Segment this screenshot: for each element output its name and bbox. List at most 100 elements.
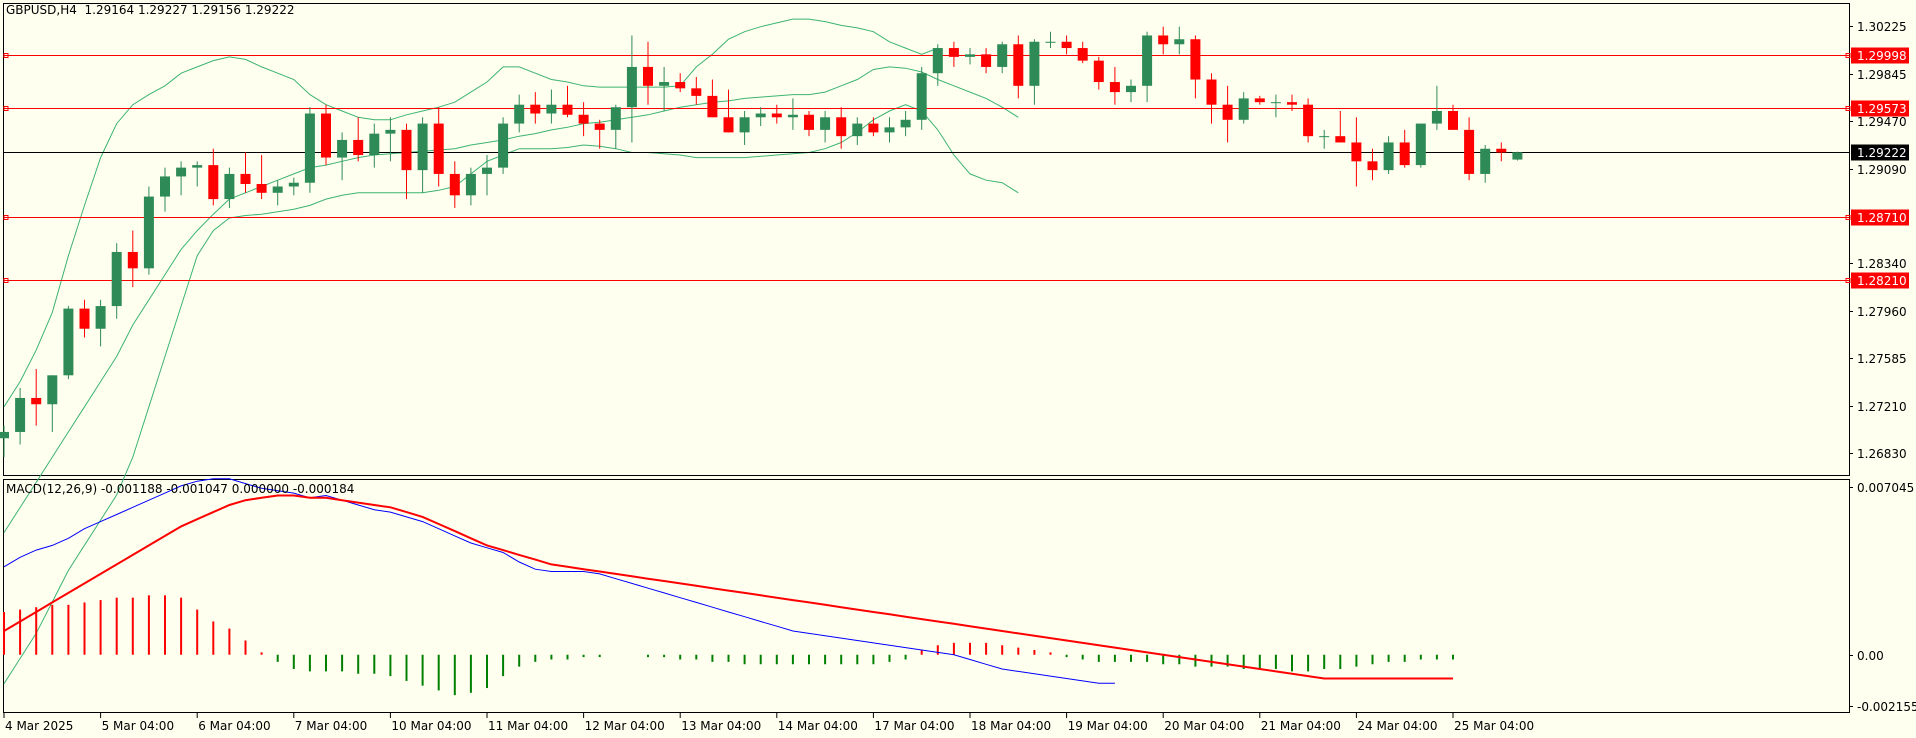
candle-body-43: [691, 88, 702, 96]
candle-body-86: [1383, 142, 1394, 171]
candle-body-7: [111, 251, 122, 307]
level-label-1: 1.29573: [1857, 102, 1907, 116]
background: [0, 0, 1916, 738]
candle-body-21: [337, 139, 348, 158]
level-label-2: 1.28710: [1857, 211, 1907, 225]
price-tick-label-6: 1.27585: [1857, 352, 1907, 366]
time-label-7: 13 Mar 04:00: [681, 719, 761, 733]
candle-body-29: [465, 173, 476, 196]
candle-body-20: [321, 113, 331, 158]
candle-body-53: [852, 123, 863, 137]
time-label-4: 10 Mar 04:00: [391, 719, 471, 733]
candle-body-40: [643, 66, 653, 86]
candle-body-63: [1013, 44, 1024, 86]
time-label-11: 19 Mar 04:00: [1068, 719, 1148, 733]
time-label-15: 25 Mar 04:00: [1454, 719, 1534, 733]
candle-body-73: [1174, 39, 1185, 45]
candle-body-71: [1142, 35, 1153, 86]
time-label-13: 21 Mar 04:00: [1261, 719, 1341, 733]
candle-body-93: [1496, 148, 1507, 153]
candle-body-2: [31, 397, 42, 405]
time-label-6: 12 Mar 04:00: [585, 719, 665, 733]
candle-body-51: [820, 117, 831, 130]
candle-body-47: [755, 113, 766, 118]
candle-body-18: [288, 182, 299, 187]
candle-body-45: [723, 117, 734, 133]
candle-body-85: [1367, 161, 1378, 171]
time-label-2: 6 Mar 04:00: [198, 719, 271, 733]
symbol-label: GBPUSD,H4: [6, 3, 77, 17]
candle-body-33: [530, 104, 541, 114]
candle-body-5: [79, 308, 90, 329]
candle-body-83: [1335, 136, 1346, 143]
price-tick-label-5: 1.27960: [1857, 305, 1907, 319]
candle-body-23: [369, 133, 380, 156]
candle-body-92: [1480, 148, 1491, 174]
candle-body-19: [304, 113, 315, 183]
candle-body-49: [787, 114, 798, 118]
price-tick-label-2: 1.29470: [1857, 115, 1907, 129]
candle-body-94: [1512, 152, 1523, 160]
candle-body-15: [240, 173, 251, 184]
candle-body-28: [449, 173, 460, 196]
candle-body-16: [256, 183, 267, 193]
candle-body-65: [1045, 41, 1056, 43]
candle-body-8: [127, 251, 138, 269]
candle-body-31: [498, 123, 509, 168]
candle-body-70: [1126, 85, 1136, 93]
chart-header: GBPUSD,H4 1.29164 1.29227 1.29156 1.2922…: [6, 3, 294, 17]
candle-body-37: [594, 123, 605, 130]
candle-body-66: [1061, 41, 1072, 49]
time-label-14: 24 Mar 04:00: [1357, 719, 1437, 733]
candle-body-60: [965, 54, 975, 57]
candle-body-36: [578, 114, 589, 124]
candle-body-32: [514, 104, 525, 124]
candle-body-69: [1109, 82, 1120, 93]
macd-header: MACD(12,26,9) -0.001188 -0.001047 0.0000…: [6, 482, 355, 496]
candle-body-44: [707, 95, 718, 118]
candle-body-24: [385, 129, 396, 134]
level-label-3: 1.28210: [1857, 274, 1907, 288]
candle-body-39: [626, 66, 637, 108]
price-tick-label-0: 1.30225: [1857, 20, 1907, 34]
time-label-10: 18 Mar 04:00: [971, 719, 1051, 733]
candle-body-90: [1448, 110, 1458, 130]
candle-body-11: [176, 167, 187, 177]
candle-body-42: [675, 82, 686, 89]
candle-body-13: [208, 165, 219, 200]
time-label-8: 14 Mar 04:00: [778, 719, 858, 733]
candle-body-25: [401, 129, 412, 171]
candle-body-75: [1206, 79, 1217, 105]
candle-body-6: [95, 306, 106, 329]
ohlc-readout: 1.29164 1.29227 1.29156 1.29222: [84, 3, 295, 17]
candle-body-30: [482, 167, 492, 174]
time-label-12: 20 Mar 04:00: [1164, 719, 1244, 733]
candle-body-77: [1238, 98, 1249, 120]
candle-body-12: [192, 165, 203, 168]
candle-body-78: [1254, 98, 1265, 103]
candle-body-10: [160, 176, 170, 197]
candle-body-54: [868, 123, 879, 133]
candle-body-79: [1270, 102, 1281, 104]
candle-body-91: [1464, 129, 1475, 174]
candle-body-87: [1399, 142, 1410, 166]
candle-body-22: [353, 139, 364, 156]
candle-body-84: [1351, 142, 1362, 162]
chart-canvas: 1.30225 1.29845 1.29470 1.29090 1.28340 1.279…: [0, 0, 1916, 738]
candle-body-59: [948, 48, 959, 57]
candle-body-64: [1029, 41, 1040, 86]
candle-body-55: [884, 127, 895, 133]
candle-body-52: [836, 117, 847, 137]
price-tick-label-3: 1.29090: [1857, 163, 1907, 177]
candle-body-38: [610, 107, 621, 130]
candle-body-72: [1158, 35, 1169, 45]
time-label-0: 4 Mar 2025: [5, 719, 73, 733]
current-price-label: 1.29222: [1857, 146, 1907, 160]
candle-body-61: [981, 54, 992, 67]
candle-body-57: [916, 73, 927, 120]
macd-tick-label-0: 0.007045: [1857, 481, 1914, 495]
time-label-5: 11 Mar 04:00: [488, 719, 568, 733]
candle-body-89: [1431, 110, 1442, 124]
candle-body-46: [739, 117, 750, 133]
price-tick-label-1: 1.29845: [1857, 68, 1907, 82]
